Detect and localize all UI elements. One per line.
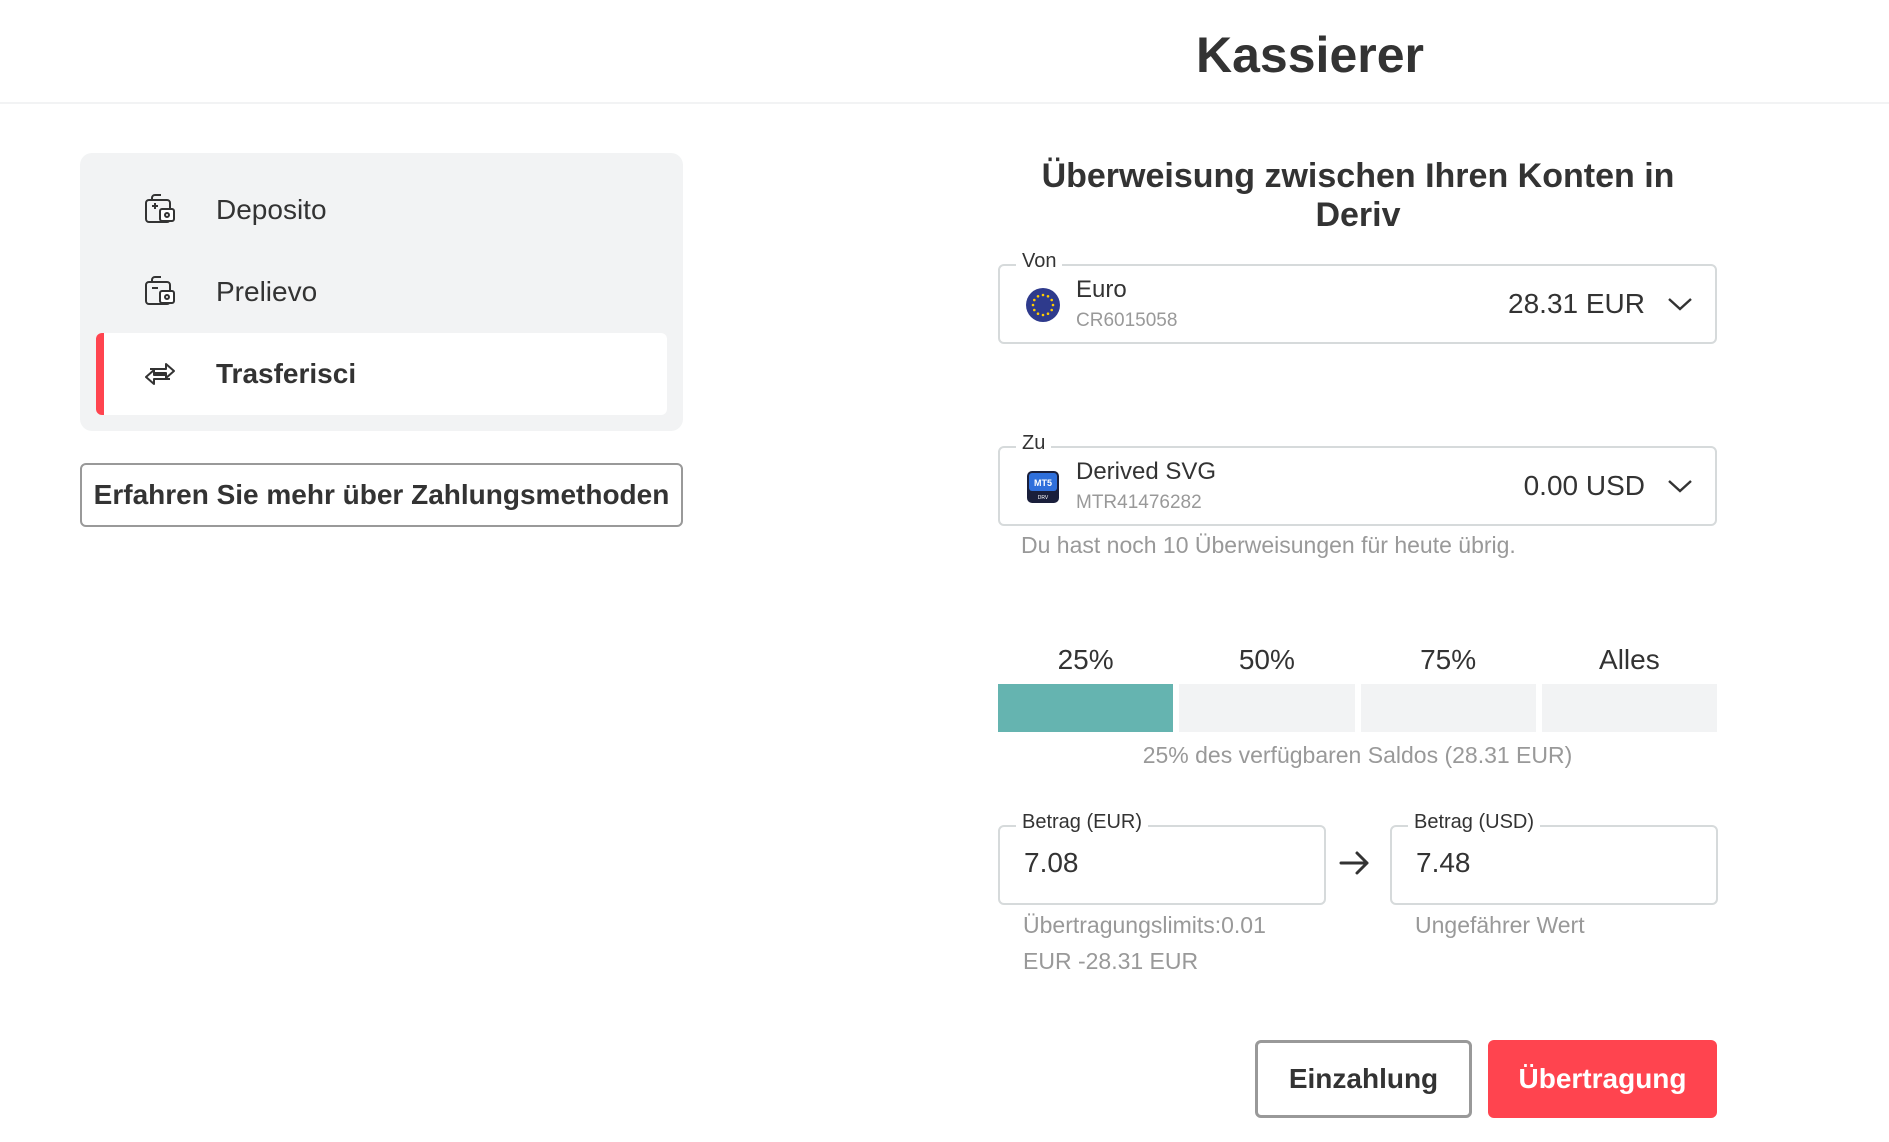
percentage-bar: [1360, 684, 1536, 732]
percentage-option-all[interactable]: Alles: [1541, 640, 1717, 732]
wallet-plus-icon: [140, 190, 180, 230]
transfer-button[interactable]: Übertragung: [1488, 1040, 1717, 1118]
remaining-transfers-hint: Du hast noch 10 Überweisungen für heute …: [1021, 532, 1516, 558]
page-header: Kassierer: [0, 0, 1889, 104]
amount-value: 7.48: [1416, 847, 1471, 878]
sidebar-item-label: Prelievo: [216, 276, 318, 307]
sidebar-item-label: Trasferisci: [216, 358, 357, 389]
eu-flag-icon: [1026, 288, 1060, 322]
transfer-limits-hint-range: EUR -28.31 EUR: [1023, 948, 1199, 974]
amount-usd-input[interactable]: Betrag (USD) 7.48: [1390, 811, 1718, 905]
mt5-icon: MT5 DRV: [1026, 470, 1060, 504]
transfer-arrows-icon: [140, 354, 180, 394]
percentage-option-25[interactable]: 25%: [998, 640, 1174, 732]
field-legend: Betrag (USD): [1408, 811, 1541, 834]
account-id: CR6015058: [1076, 310, 1178, 331]
sidebar-item-withdrawal[interactable]: Prelievo: [96, 251, 667, 333]
percentage-option-50[interactable]: 50%: [1179, 640, 1355, 732]
amount-eur-input[interactable]: Betrag (EUR) 7.08: [998, 811, 1326, 905]
wallet-minus-icon: [140, 272, 180, 312]
account-balance: 28.31 EUR: [1508, 288, 1645, 319]
account-name: Euro: [1076, 276, 1127, 303]
account-balance: 0.00 USD: [1523, 470, 1645, 501]
sidebar-item-transfer[interactable]: Trasferisci: [96, 333, 667, 415]
chevron-down-icon: [1667, 476, 1693, 496]
field-legend: Von: [1016, 250, 1063, 273]
field-legend: Betrag (EUR): [1016, 811, 1149, 834]
percentage-bar: [1179, 684, 1355, 732]
percentage-bar: [1541, 684, 1717, 732]
learn-more-payment-methods-button[interactable]: Erfahren Sie mehr über Zahlungsmethoden: [80, 463, 683, 527]
account-id: MTR41476282: [1076, 492, 1202, 513]
transfer-limits-hint: Übertragungslimits:0.01: [1023, 912, 1266, 938]
transfer-form-title: Überweisung zwischen Ihren Konten in Der…: [1041, 157, 1675, 234]
mt5-icon-subtext: DRV: [1038, 495, 1049, 501]
sidebar-item-label: Deposito: [216, 194, 327, 225]
percentage-label: 75%: [1420, 644, 1477, 675]
percentage-option-75[interactable]: 75%: [1360, 640, 1536, 732]
arrow-right-icon: [1337, 845, 1373, 881]
cashier-sidebar: Deposito Prelievo Trasferisci: [80, 153, 683, 431]
field-legend: Zu: [1016, 432, 1052, 455]
to-account-select[interactable]: Zu MT5 DRV Derived SVG MTR41476282 0.00 …: [998, 432, 1717, 526]
from-account-select[interactable]: Von Euro CR6015058 28.31 EUR: [998, 250, 1717, 344]
percentage-label: 50%: [1238, 644, 1295, 675]
approximate-value-hint: Ungefährer Wert: [1415, 912, 1585, 938]
page-title: Kassierer: [1196, 27, 1424, 83]
percentage-hint: 25% des verfügbaren Saldos (28.31 EUR): [1142, 742, 1573, 768]
sidebar-item-deposit[interactable]: Deposito: [96, 169, 667, 251]
percentage-selector: 25% 50% 75% Alles: [998, 640, 1717, 732]
percentage-bar: [998, 684, 1174, 732]
percentage-label: 25%: [1057, 644, 1114, 675]
account-name: Derived SVG: [1076, 458, 1217, 485]
deposit-button[interactable]: Einzahlung: [1255, 1040, 1472, 1118]
mt5-icon-text: MT5: [1034, 478, 1052, 488]
chevron-down-icon: [1667, 294, 1693, 314]
amount-value: 7.08: [1024, 847, 1079, 878]
percentage-label: Alles: [1599, 644, 1660, 675]
